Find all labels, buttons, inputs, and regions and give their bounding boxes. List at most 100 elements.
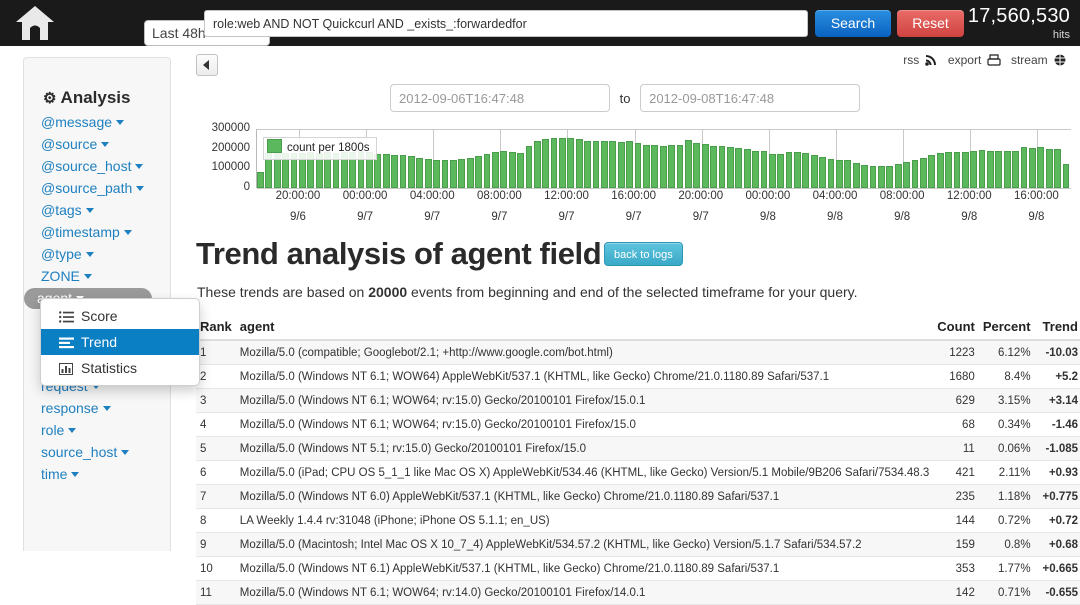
chart-bar[interactable] [953,152,961,188]
chart-bar[interactable] [634,143,642,188]
sidebar-item-time[interactable]: time [24,464,172,485]
column-header-agent[interactable]: agent [235,318,934,341]
date-from-input[interactable] [390,84,610,112]
chart-bar[interactable] [1029,148,1036,188]
chart-bar[interactable] [1020,147,1028,188]
chart-bar[interactable] [1054,148,1061,188]
chart-bar[interactable] [1003,151,1011,188]
table-row[interactable]: 7 Mozilla/5.0 (Windows NT 6.0) AppleWebKi… [196,484,1080,509]
reset-button[interactable]: Reset [897,10,964,37]
chart-bar[interactable] [1045,148,1053,188]
chart-bar[interactable] [542,138,550,188]
chart-bar[interactable] [441,160,449,188]
chart-bar[interactable] [416,158,424,188]
chart-bar[interactable] [408,156,415,188]
chart-bar[interactable] [928,154,936,188]
chart-bar[interactable] [785,151,793,188]
table-row[interactable]: 10 Mozilla/5.0 (Windows NT 6.1) AppleWebK… [196,556,1080,581]
chart-bar[interactable] [466,158,474,188]
chart-bar[interactable] [869,165,877,188]
chart-bar[interactable] [810,155,818,188]
table-row[interactable]: 5 Mozilla/5.0 (Windows NT 5.1; rv:15.0) G… [196,436,1080,461]
sidebar-item-sourcehost[interactable]: source_host [24,442,172,463]
chart-bar[interactable] [961,151,969,188]
sidebar-item-timestamp[interactable]: @timestamp [24,222,172,243]
chart-bar[interactable] [710,146,717,188]
chart-bar[interactable] [391,154,399,188]
export-link[interactable]: export [948,53,981,67]
chart-bar[interactable] [877,165,885,188]
sidebar-item-sourcehost[interactable]: @source_host [24,156,172,177]
column-header-count[interactable]: Count [933,318,979,341]
chart-bar[interactable] [701,143,709,188]
chart-bar[interactable] [659,145,667,188]
chart-bar[interactable] [601,140,608,188]
chart-bar[interactable] [936,153,944,188]
chart-bar[interactable] [987,151,994,188]
chart-bar[interactable] [861,165,868,188]
chart-bar[interactable] [844,160,852,188]
table-row[interactable]: 2 Mozilla/5.0 (Windows NT 6.1; WOW64) App… [196,364,1080,389]
chart-bar[interactable] [827,158,835,188]
chart-bar[interactable] [768,154,776,188]
chart-bar[interactable] [433,160,440,188]
chart-bar[interactable] [550,137,558,188]
sidebar-item-zone[interactable]: ZONE [24,266,172,287]
chart-bar[interactable] [752,150,759,188]
stream-link[interactable]: stream [1011,53,1048,67]
search-query-input[interactable] [204,10,808,37]
chart-bar[interactable] [970,150,978,188]
chart-bar[interactable] [491,152,499,188]
sidebar-item-tags[interactable]: @tags [24,200,172,221]
rss-icon[interactable] [924,53,938,66]
chart-bar[interactable] [1037,146,1045,188]
chart-bar[interactable] [559,138,566,188]
column-header-trend[interactable]: Trend [1038,318,1080,341]
date-to-input[interactable] [640,84,861,112]
search-button[interactable]: Search [815,10,891,37]
chart-bar[interactable] [1012,150,1020,188]
back-to-logs-button[interactable]: back to logs [604,242,683,266]
chart-bar[interactable] [475,155,482,188]
table-row[interactable]: 11 Mozilla/5.0 (Windows NT 6.1; WOW64; rv… [196,580,1080,605]
chart-bar[interactable] [450,160,457,188]
chart-bar[interactable] [995,150,1003,188]
chart-bar[interactable] [525,146,533,188]
sidebar-item-type[interactable]: @type [24,244,172,265]
chart-bar[interactable] [777,153,785,188]
table-row[interactable]: 6 Mozilla/5.0 (iPad; CPU OS 5_1_1 like Ma… [196,460,1080,485]
sidebar-item-source[interactable]: @source [24,134,172,155]
menu-item-statistics[interactable]: Statistics [41,355,199,381]
menu-item-score[interactable]: Score [41,303,199,329]
chart-bar[interactable] [836,159,843,188]
chart-bar[interactable] [718,146,726,188]
chart-bar[interactable] [651,145,659,188]
chart-bar[interactable] [609,140,617,188]
home-icon[interactable] [14,4,56,42]
chart-bar[interactable] [668,144,675,188]
table-row[interactable]: 1 Mozilla/5.0 (compatible; Googlebot/2.1;… [196,340,1080,365]
chart-bar[interactable] [693,142,701,188]
chart-bar[interactable] [626,141,634,188]
chart-bar[interactable] [500,150,508,188]
chart-bar[interactable] [676,144,684,188]
chart-bar[interactable] [726,146,734,188]
chart-bar[interactable] [802,152,810,188]
column-header-rank[interactable]: Rank [196,318,236,341]
chart-bar[interactable] [945,152,952,188]
chart-bar[interactable] [760,151,768,188]
table-row[interactable]: 3 Mozilla/5.0 (Windows NT 6.1; WOW64; rv:… [196,388,1080,413]
chart-bar[interactable] [592,141,600,188]
chart-bar[interactable] [399,155,407,188]
chart-bar[interactable] [903,161,910,188]
chart-bar[interactable] [575,139,583,188]
chart-bar[interactable] [684,140,692,188]
chart-bar[interactable] [852,163,860,188]
chart-bar[interactable] [617,142,625,188]
chart-bar[interactable] [819,156,827,188]
chart-bar[interactable] [257,171,264,188]
table-row[interactable]: 4 Mozilla/5.0 (Windows NT 6.1; WOW64; rv:… [196,412,1080,437]
sidebar-item-sourcepath[interactable]: @source_path [24,178,172,199]
menu-item-trend[interactable]: Trend [41,329,199,355]
chart-bar[interactable] [794,151,801,188]
